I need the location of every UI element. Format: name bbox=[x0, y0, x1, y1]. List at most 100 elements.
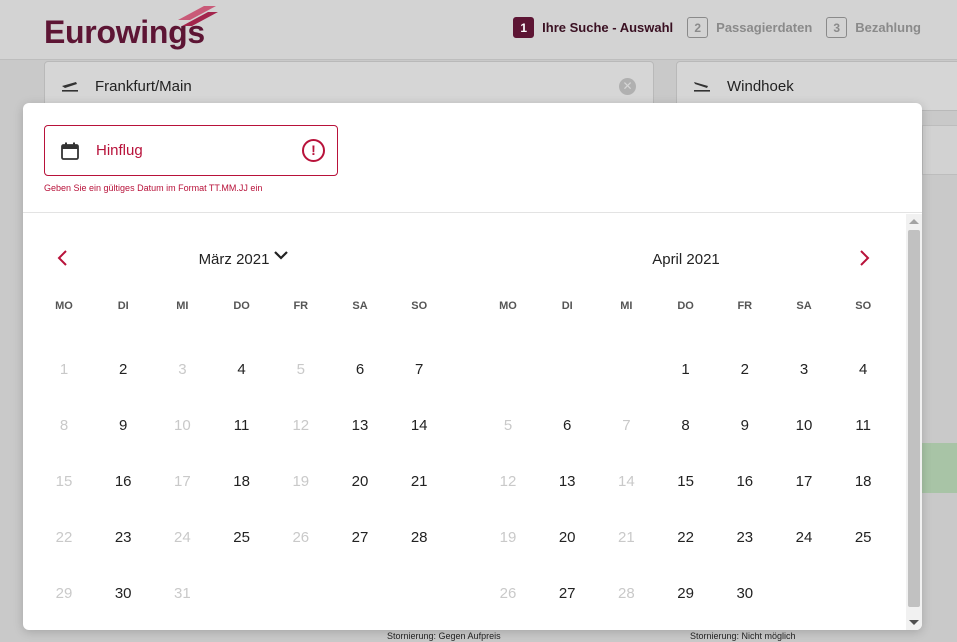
calendar-day[interactable]: 27 bbox=[340, 523, 380, 553]
calendar-day[interactable]: 11 bbox=[843, 411, 883, 441]
calendar-day[interactable]: 6 bbox=[547, 411, 587, 441]
calendar-day[interactable]: 4 bbox=[222, 355, 262, 385]
clear-icon[interactable]: ✕ bbox=[619, 78, 636, 95]
calendar-day[interactable]: 3 bbox=[784, 355, 824, 385]
calendar-day[interactable]: 8 bbox=[666, 411, 706, 441]
calendar-day: 5 bbox=[503, 417, 513, 434]
calendar-area: März 2021 April 2021 MO DI MI DO FR SA SO 1 2 3 4 5… bbox=[23, 214, 922, 630]
calendar-scrollbar[interactable] bbox=[906, 214, 922, 630]
calendar-day: 26 bbox=[499, 585, 517, 602]
calendar-day: 3 bbox=[178, 361, 187, 378]
weekday-header: MI bbox=[620, 300, 633, 312]
calendar-day: 28 bbox=[618, 585, 635, 602]
calendar-day[interactable]: 9 bbox=[725, 411, 765, 441]
calendar-day[interactable]: 21 bbox=[399, 467, 439, 497]
step-number: 2 bbox=[687, 17, 709, 38]
calendar-day[interactable]: 23 bbox=[725, 523, 765, 553]
date-input-label: Hinflug bbox=[96, 142, 143, 159]
weekday-header: FR bbox=[737, 300, 753, 312]
calendar-day[interactable]: 16 bbox=[725, 467, 765, 497]
error-icon: ! bbox=[302, 139, 325, 162]
calendar-day[interactable]: 1 bbox=[666, 355, 706, 385]
booking-steps: 1 Ihre Suche - Auswahl 2 Passagierdaten … bbox=[513, 17, 921, 38]
calendar-day[interactable]: 13 bbox=[340, 411, 380, 441]
calendar-day[interactable]: 7 bbox=[399, 355, 439, 385]
month-select-button[interactable] bbox=[273, 248, 289, 266]
prev-month-button[interactable] bbox=[52, 249, 72, 273]
step-label: Bezahlung bbox=[855, 20, 921, 35]
calendar-day: 1 bbox=[59, 361, 69, 378]
calendar-day: 10 bbox=[174, 417, 191, 434]
next-month-button[interactable] bbox=[855, 249, 875, 273]
calendar-day[interactable]: 16 bbox=[103, 467, 143, 497]
calendar-day[interactable]: 25 bbox=[843, 523, 883, 553]
scroll-down-arrow[interactable] bbox=[909, 620, 919, 625]
weekday-header: SO bbox=[855, 300, 872, 312]
calendar-day: 29 bbox=[55, 585, 73, 602]
calendar-day: 24 bbox=[174, 529, 191, 546]
calendar-day[interactable]: 18 bbox=[843, 467, 883, 497]
calendar-day: 31 bbox=[174, 585, 191, 602]
arrival-plane-icon bbox=[693, 78, 711, 95]
cancellation-note-left: Stornierung: Gegen Aufpreis bbox=[387, 631, 501, 641]
calendar-day: 19 bbox=[499, 529, 517, 546]
calendar-day[interactable]: 17 bbox=[784, 467, 824, 497]
weekday-header: SA bbox=[352, 300, 368, 312]
calendar-day: 12 bbox=[292, 417, 310, 434]
calendar-day[interactable]: 18 bbox=[222, 467, 262, 497]
logo-wing-icon bbox=[178, 6, 218, 26]
calendar-day: 14 bbox=[618, 473, 635, 490]
calendar-day[interactable]: 30 bbox=[103, 579, 143, 609]
calendar-day: 5 bbox=[296, 361, 305, 378]
background-panel bbox=[922, 125, 957, 175]
calendar-day[interactable]: 11 bbox=[222, 411, 262, 441]
cancellation-note-right: Stornierung: Nicht möglich bbox=[690, 631, 796, 641]
calendar-day: 8 bbox=[59, 417, 69, 434]
destination-value: Windhoek bbox=[727, 77, 794, 95]
calendar-day[interactable]: 24 bbox=[784, 523, 824, 553]
calendar-day[interactable]: 20 bbox=[340, 467, 380, 497]
calendar-day[interactable]: 14 bbox=[399, 411, 439, 441]
calendar-day: 15 bbox=[55, 473, 73, 490]
weekday-header: MO bbox=[55, 300, 73, 312]
weekday-header: DO bbox=[233, 300, 250, 312]
calendar-day[interactable]: 13 bbox=[547, 467, 587, 497]
weekday-header: DO bbox=[677, 300, 694, 312]
calendar-day[interactable]: 29 bbox=[666, 579, 706, 609]
scroll-thumb[interactable] bbox=[908, 230, 920, 607]
calendar-day[interactable]: 30 bbox=[725, 579, 765, 609]
calendar-day[interactable]: 9 bbox=[103, 411, 143, 441]
step-search: 1 Ihre Suche - Auswahl bbox=[513, 17, 673, 38]
calendar-day[interactable]: 2 bbox=[725, 355, 765, 385]
weekday-header: MI bbox=[176, 300, 189, 312]
calendar-day[interactable]: 10 bbox=[784, 411, 824, 441]
step-number: 1 bbox=[513, 17, 535, 38]
step-label: Passagierdaten bbox=[716, 20, 813, 35]
departure-date-input[interactable]: Hinflug ! bbox=[44, 125, 338, 176]
calendar-day[interactable]: 27 bbox=[547, 579, 587, 609]
datepicker-header: Hinflug ! Geben Sie ein gültiges Datum i… bbox=[23, 103, 922, 213]
calendar-day[interactable]: 4 bbox=[843, 355, 883, 385]
origin-value: Frankfurt/Main bbox=[95, 77, 192, 95]
calendar-day[interactable]: 2 bbox=[103, 355, 143, 385]
site-header: Eurowings 1 Ihre Suche - Auswahl 2 Passa… bbox=[0, 0, 957, 60]
calendar-day[interactable]: 20 bbox=[547, 523, 587, 553]
step-label: Ihre Suche - Auswahl bbox=[542, 20, 674, 35]
calendar-icon bbox=[61, 142, 79, 160]
weekday-header: FR bbox=[293, 300, 309, 312]
calendar-day: 17 bbox=[174, 473, 191, 490]
scroll-up-arrow[interactable] bbox=[909, 219, 919, 224]
weekday-header: SA bbox=[796, 300, 812, 312]
weekday-header: MO bbox=[499, 300, 517, 312]
step-number: 3 bbox=[826, 17, 848, 38]
step-payment: 3 Bezahlung bbox=[826, 17, 921, 38]
weekday-header: SO bbox=[411, 300, 428, 312]
calendar-day[interactable]: 28 bbox=[399, 523, 439, 553]
calendar-day[interactable]: 6 bbox=[340, 355, 380, 385]
calendar-day[interactable]: 25 bbox=[222, 523, 262, 553]
calendar-day[interactable]: 15 bbox=[666, 467, 706, 497]
chevron-right-icon bbox=[860, 250, 870, 266]
calendar-day[interactable]: 22 bbox=[666, 523, 706, 553]
departure-plane-icon bbox=[61, 78, 79, 95]
calendar-day[interactable]: 23 bbox=[103, 523, 143, 553]
